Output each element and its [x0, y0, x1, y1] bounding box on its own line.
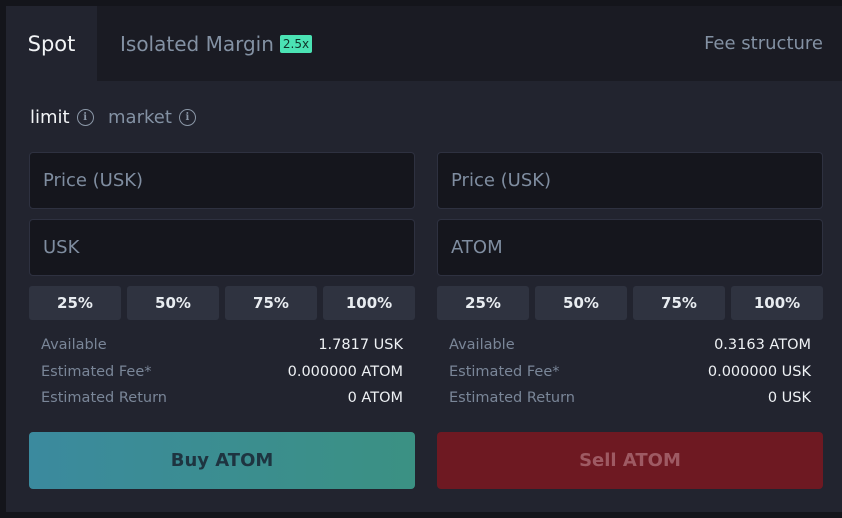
- tab-spot[interactable]: Spot: [6, 6, 97, 81]
- sell-pct-100-button[interactable]: 100%: [731, 286, 823, 320]
- sell-fee-row: Estimated Fee* 0.000000 USK: [449, 359, 811, 386]
- tab-isolated-margin-label: Isolated Margin: [120, 31, 274, 56]
- info-icon[interactable]: i: [178, 108, 196, 126]
- sell-available-row: Available 0.3163 ATOM: [449, 332, 811, 359]
- buy-available-value: 1.7817 USK: [318, 337, 403, 354]
- buy-price-field[interactable]: [29, 152, 415, 209]
- buy-pct-25-button[interactable]: 25%: [29, 286, 121, 320]
- sell-pct-50-button[interactable]: 50%: [535, 286, 627, 320]
- buy-fee-value: 0.000000 ATOM: [287, 363, 403, 380]
- tab-bar: Spot Isolated Margin 2.5x Fee structure: [6, 6, 842, 81]
- sell-summary: Available 0.3163 ATOM Estimated Fee* 0.0…: [437, 332, 823, 412]
- buy-amount-field[interactable]: [29, 219, 415, 276]
- tab-isolated-margin[interactable]: Isolated Margin 2.5x: [120, 6, 313, 81]
- buy-summary: Available 1.7817 USK Estimated Fee* 0.00…: [29, 332, 415, 412]
- buy-price-input[interactable]: [43, 170, 414, 191]
- buy-column: 25% 50% 75% 100% Available 1.7817 USK Es…: [29, 152, 415, 489]
- sell-amount-field[interactable]: [437, 219, 823, 276]
- sell-pct-25-button[interactable]: 25%: [437, 286, 529, 320]
- sell-percentage-buttons: 25% 50% 75% 100%: [437, 286, 823, 320]
- order-type-limit-label: limit: [30, 106, 70, 128]
- buy-pct-100-button[interactable]: 100%: [323, 286, 415, 320]
- buy-available-row: Available 1.7817 USK: [41, 332, 403, 359]
- order-type-market[interactable]: market i: [108, 105, 196, 129]
- buy-fee-row: Estimated Fee* 0.000000 ATOM: [41, 359, 403, 386]
- buy-available-label: Available: [41, 337, 107, 354]
- sell-price-input[interactable]: [451, 170, 822, 191]
- buy-amount-input[interactable]: [43, 237, 414, 258]
- sell-amount-input[interactable]: [451, 237, 822, 258]
- sell-column: 25% 50% 75% 100% Available 0.3163 ATOM E…: [437, 152, 823, 489]
- tab-spot-label: Spot: [27, 31, 76, 56]
- buy-pct-75-button[interactable]: 75%: [225, 286, 317, 320]
- sell-return-label: Estimated Return: [449, 390, 575, 407]
- fee-structure-link[interactable]: Fee structure: [704, 6, 823, 81]
- buy-return-value: 0 ATOM: [347, 390, 403, 407]
- sell-return-row: Estimated Return 0 USK: [449, 385, 811, 412]
- trade-panel: Spot Isolated Margin 2.5x Fee structure …: [6, 6, 842, 512]
- buy-return-row: Estimated Return 0 ATOM: [41, 385, 403, 412]
- order-type-market-label: market: [108, 106, 172, 128]
- order-type-limit[interactable]: limit i: [30, 105, 94, 129]
- sell-fee-value: 0.000000 USK: [707, 363, 811, 380]
- info-icon[interactable]: i: [76, 108, 94, 126]
- sell-available-value: 0.3163 ATOM: [714, 337, 811, 354]
- leverage-badge: 2.5x: [279, 34, 313, 53]
- sell-button[interactable]: Sell ATOM: [437, 431, 823, 489]
- sell-pct-75-button[interactable]: 75%: [633, 286, 725, 320]
- sell-price-field[interactable]: [437, 152, 823, 209]
- buy-fee-label: Estimated Fee*: [41, 363, 152, 380]
- sell-available-label: Available: [449, 337, 515, 354]
- sell-return-value: 0 USK: [767, 390, 811, 407]
- sell-fee-label: Estimated Fee*: [449, 363, 560, 380]
- buy-percentage-buttons: 25% 50% 75% 100%: [29, 286, 415, 320]
- buy-pct-50-button[interactable]: 50%: [127, 286, 219, 320]
- buy-button[interactable]: Buy ATOM: [29, 431, 415, 489]
- buy-return-label: Estimated Return: [41, 390, 167, 407]
